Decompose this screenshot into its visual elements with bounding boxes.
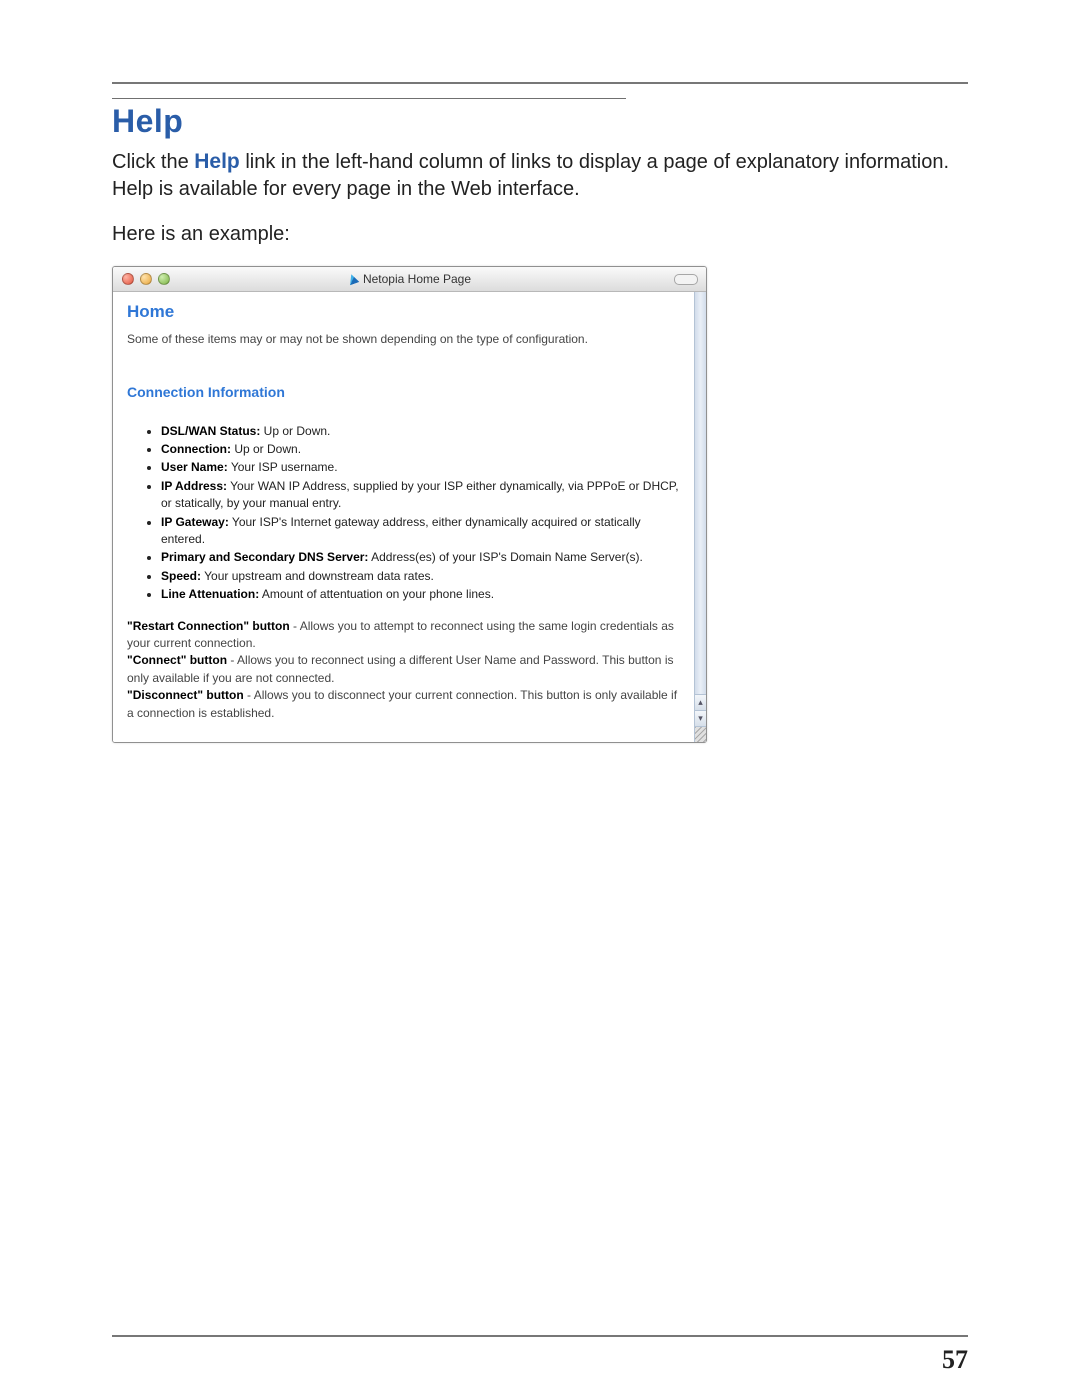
intro-paragraph: Click the Help link in the left-hand col… (112, 148, 968, 203)
help-intro-text: Some of these items may or may not be sh… (127, 331, 680, 348)
example-window: Netopia Home Page Home Some of these ite… (112, 266, 707, 743)
help-link[interactable]: Help (194, 150, 240, 173)
section-heading: Help (112, 103, 968, 140)
scrollbar-track[interactable] (695, 292, 706, 694)
list-item-label: Line Attenuation: (161, 587, 259, 601)
list-item: IP Gateway: Your ISP's Internet gateway … (161, 514, 680, 549)
scrollbar[interactable]: ▴ ▾ (694, 292, 706, 742)
list-item: Speed: Your upstream and downstream data… (161, 568, 680, 585)
button-name: "Disconnect" button (127, 688, 244, 702)
toolbar-pill-icon[interactable] (674, 274, 698, 285)
list-item: DSL/WAN Status: Up or Down. (161, 423, 680, 440)
list-item-label: Speed: (161, 569, 201, 583)
scroll-down-icon[interactable]: ▾ (695, 710, 706, 726)
intro-prefix: Click the (112, 151, 194, 173)
bottom-rule (112, 1335, 968, 1337)
window-title-text: Netopia Home Page (363, 272, 471, 286)
page-number: 57 (942, 1345, 968, 1375)
list-item-label: User Name: (161, 460, 228, 474)
help-content: Home Some of these items may or may not … (113, 292, 694, 742)
connection-info-list: DSL/WAN Status: Up or Down.Connection: U… (127, 423, 680, 604)
close-icon[interactable] (122, 273, 134, 285)
scroll-up-icon[interactable]: ▴ (695, 694, 706, 710)
list-item-label: Primary and Secondary DNS Server: (161, 550, 368, 564)
button-name: "Restart Connection" button (127, 619, 290, 633)
netopia-icon (347, 273, 360, 286)
document-page: Help Click the Help link in the left-han… (0, 0, 1080, 803)
minimize-icon[interactable] (140, 273, 152, 285)
window-title: Netopia Home Page (113, 272, 706, 286)
help-subheading: Connection Information (127, 382, 680, 402)
list-item-label: Connection: (161, 442, 231, 456)
help-page-title: Home (127, 300, 680, 325)
zoom-icon[interactable] (158, 273, 170, 285)
list-item: Primary and Secondary DNS Server: Addres… (161, 549, 680, 566)
button-name: "Connect" button (127, 653, 227, 667)
resize-handle-icon[interactable] (695, 726, 706, 742)
window-titlebar: Netopia Home Page (113, 267, 706, 292)
top-rule (112, 82, 968, 84)
list-item: IP Address: Your WAN IP Address, supplie… (161, 478, 680, 513)
traffic-lights (122, 273, 170, 285)
list-item-label: DSL/WAN Status: (161, 424, 260, 438)
list-item: Connection: Up or Down. (161, 441, 680, 458)
list-item-label: IP Gateway: (161, 515, 229, 529)
short-rule (112, 98, 626, 99)
list-item-label: IP Address: (161, 479, 227, 493)
example-lead: Here is an example: (112, 221, 968, 248)
list-item: Line Attenuation: Amount of attentuation… (161, 586, 680, 603)
buttons-paragraph: "Restart Connection" button - Allows you… (127, 618, 680, 722)
list-item: User Name: Your ISP username. (161, 459, 680, 476)
window-body: Home Some of these items may or may not … (113, 292, 706, 742)
